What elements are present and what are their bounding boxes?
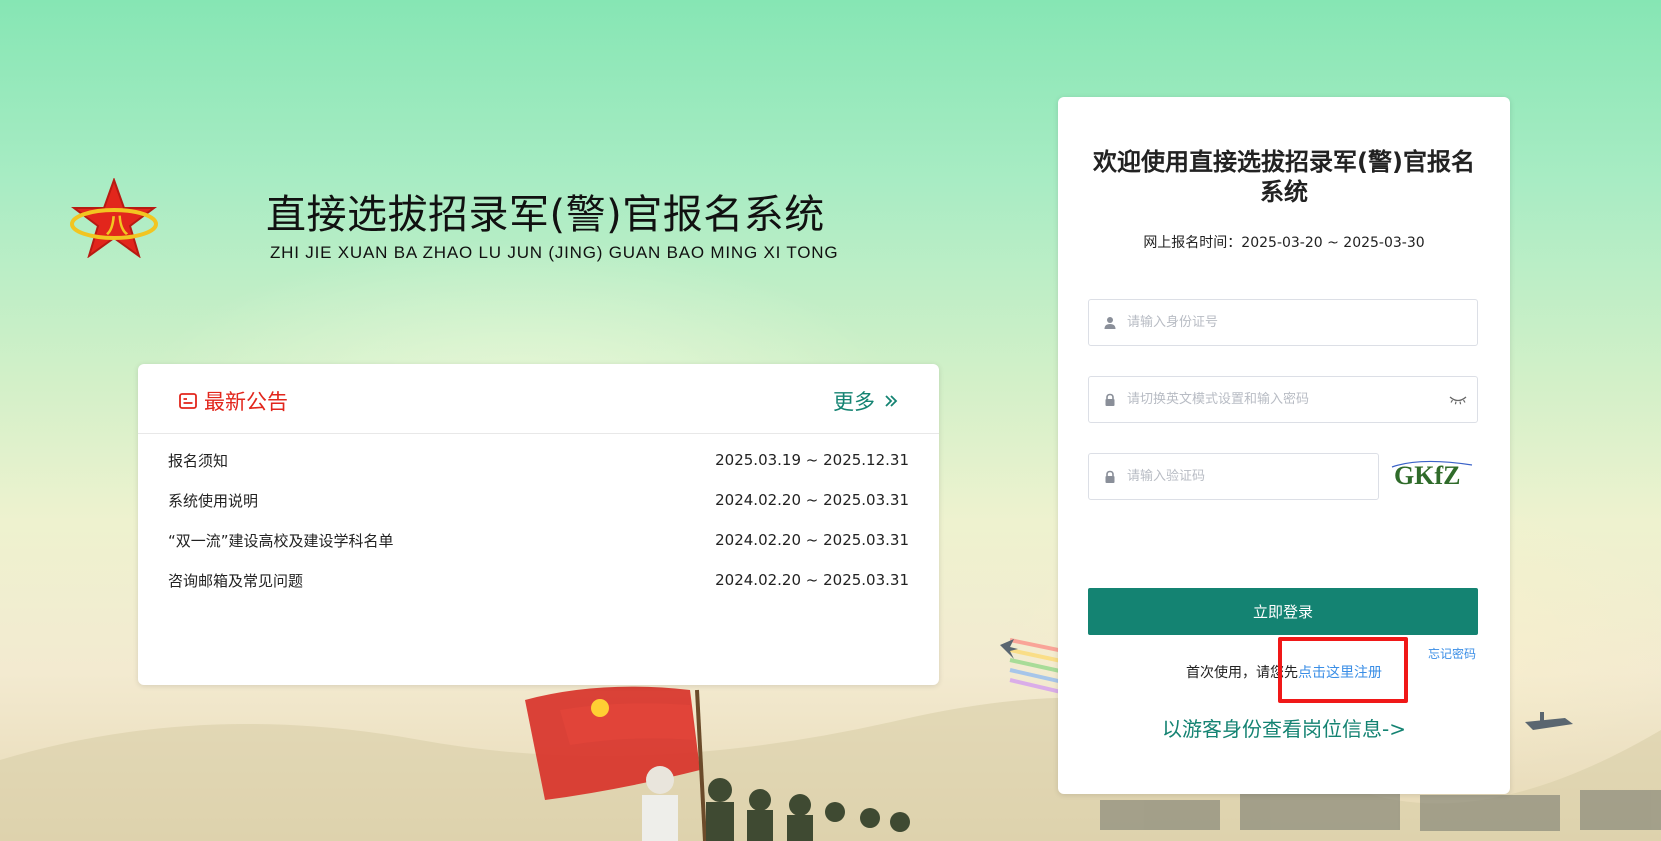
forgot-password-link[interactable]: 忘记密码 xyxy=(1428,645,1476,662)
notice-item-date: 2024.02.20 ~ 2025.03.31 xyxy=(715,491,909,509)
lock-icon xyxy=(1105,470,1115,483)
notice-item[interactable]: “双一流”建设高校及建设学科名单 2024.02.20 ~ 2025.03.31 xyxy=(138,520,939,560)
notice-item-label: 咨询邮箱及常见问题 xyxy=(168,571,304,590)
login-button[interactable]: 立即登录 xyxy=(1088,588,1478,635)
notice-item-label: “双一流”建设高校及建设学科名单 xyxy=(168,531,394,550)
password-field[interactable] xyxy=(1088,376,1478,423)
more-link-label: 更多 xyxy=(833,390,875,414)
eye-closed-icon[interactable] xyxy=(1449,395,1467,405)
user-icon xyxy=(1104,316,1116,329)
guest-view-link[interactable]: 以游客身份查看岗位信息-> xyxy=(1058,713,1510,742)
captcha-image[interactable]: GKfZ xyxy=(1390,453,1474,493)
captcha-field[interactable] xyxy=(1088,453,1379,500)
notice-title: 最新公告 xyxy=(204,390,288,414)
notice-item[interactable]: 报名须知 2025.03.19 ~ 2025.12.31 xyxy=(138,440,939,480)
id-number-field[interactable] xyxy=(1088,299,1478,346)
highlight-annotation-box xyxy=(1278,637,1408,703)
double-chevron-right-icon xyxy=(885,395,898,407)
page-subtitle: ZHI JIE XUAN BA ZHAO LU JUN (JING) GUAN … xyxy=(270,243,839,262)
notice-item[interactable]: 咨询邮箱及常见问题 2024.02.20 ~ 2025.03.31 xyxy=(138,560,939,600)
notice-item[interactable]: 系统使用说明 2024.02.20 ~ 2025.03.31 xyxy=(138,480,939,520)
svg-text:八: 八 xyxy=(106,214,129,239)
notice-card-icon xyxy=(179,393,197,409)
page-title: 直接选拔招录军(警)官报名系统 xyxy=(266,192,825,238)
id-number-input[interactable] xyxy=(1127,300,1477,345)
login-card: 欢迎使用直接选拔招录军(警)官报名系统 网上报名时间：2025-03-20 ~ … xyxy=(1058,97,1510,794)
red-star-emblem-icon: 八 xyxy=(70,178,158,258)
notice-title-group: 最新公告 xyxy=(178,386,288,416)
notice-item-date: 2024.02.20 ~ 2025.03.31 xyxy=(715,571,909,589)
captcha-text: GKfZ xyxy=(1394,461,1460,490)
notice-item-label: 系统使用说明 xyxy=(168,491,259,510)
login-title: 欢迎使用直接选拔招录军(警)官报名系统 xyxy=(1093,148,1475,206)
notice-item-date: 2024.02.20 ~ 2025.03.31 xyxy=(715,531,909,549)
lock-icon xyxy=(1105,393,1115,406)
password-input[interactable] xyxy=(1127,377,1449,422)
captcha-input[interactable] xyxy=(1127,454,1378,499)
notice-header: 最新公告 更多 xyxy=(138,364,939,434)
notice-item-label: 报名须知 xyxy=(168,451,229,470)
notice-item-date: 2025.03.19 ~ 2025.12.31 xyxy=(715,451,909,469)
registration-time: 网上报名时间：2025-03-20 ~ 2025-03-30 xyxy=(1143,235,1425,251)
notice-list: 报名须知 2025.03.19 ~ 2025.12.31 系统使用说明 2024… xyxy=(138,434,939,600)
more-link[interactable]: 更多 xyxy=(833,386,899,416)
notice-card: 最新公告 更多 报名须知 2025.03.19 ~ 2025.12.31 系统使… xyxy=(138,364,939,685)
